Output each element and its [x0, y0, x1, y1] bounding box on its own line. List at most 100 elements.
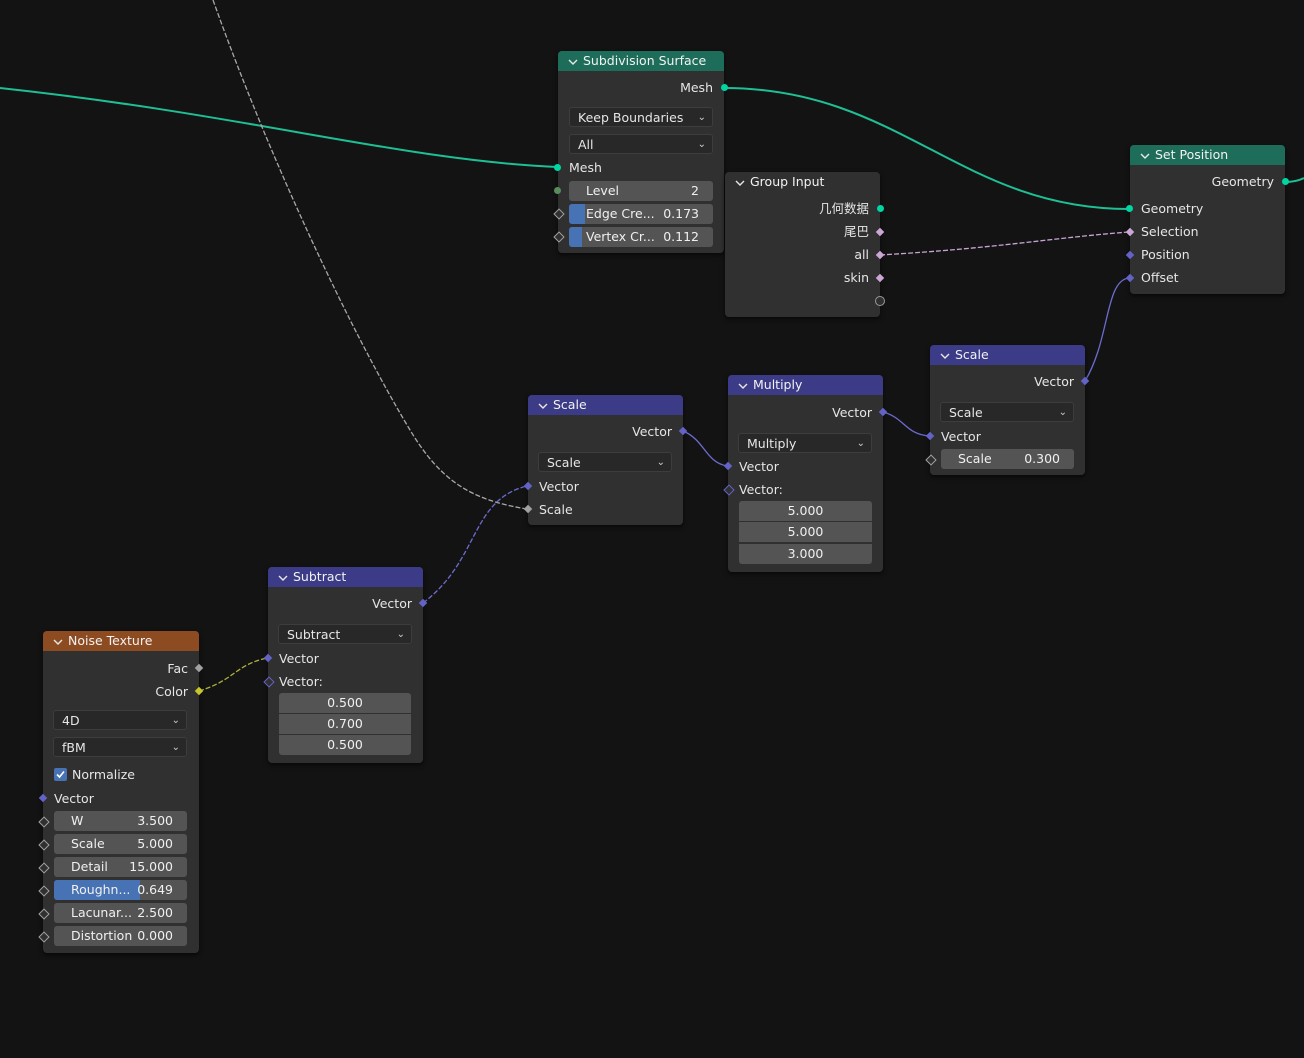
socket-vertex-crease-in[interactable] — [553, 231, 565, 243]
vector-x-field[interactable]: 5.000 — [739, 501, 872, 521]
output-tail: 尾巴 — [725, 220, 880, 243]
node-title: Subtract — [293, 569, 347, 584]
scale-field[interactable]: Scale 5.000 — [54, 834, 187, 854]
operation-dropdown[interactable]: Multiply ⌄ — [738, 433, 872, 453]
node-header[interactable]: Scale — [528, 395, 683, 415]
operation-dropdown[interactable]: Scale ⌄ — [940, 402, 1074, 422]
set-position-node[interactable]: Set Position Geometry Geometry Selection… — [1125, 145, 1289, 294]
vector-scale-node-right[interactable]: Scale Vector Scale ⌄ Vector Scale 0.300 — [925, 345, 1090, 475]
vector-x-field[interactable]: 0.500 — [279, 693, 411, 713]
vector-scale-node-mid[interactable]: Scale Vector Scale ⌄ Vector Scale — [523, 395, 688, 525]
dropdown-value: Keep Boundaries — [578, 110, 684, 125]
vector-z-field[interactable]: 3.000 — [739, 544, 872, 564]
field-value: 3.500 — [137, 813, 173, 828]
scale-field[interactable]: Scale 0.300 — [941, 449, 1074, 469]
field-value: 5.000 — [137, 836, 173, 851]
group-input-node[interactable]: Group Input 几何数据 尾巴 all skin — [725, 172, 885, 317]
chevron-down-icon: ⌄ — [1058, 407, 1067, 418]
socket-scale-in[interactable] — [38, 839, 50, 851]
subdivision-surface-node[interactable]: Subdivision Surface Mesh Keep Boundaries… — [553, 51, 728, 253]
input-selection: Selection — [1130, 220, 1285, 243]
level-field[interactable]: Level 2 — [569, 181, 713, 201]
vector-multiply-node[interactable]: Multiply Vector Multiply ⌄ Vector Vector:… — [723, 375, 888, 572]
node-header[interactable]: Set Position — [1130, 145, 1285, 165]
socket-scale-in[interactable] — [925, 454, 937, 466]
chevron-down-icon[interactable] — [940, 346, 952, 365]
field-label: Detail — [71, 859, 108, 874]
boundary-mode-dropdown[interactable]: Keep Boundaries ⌄ — [569, 107, 713, 127]
dropdown-value: Scale — [547, 455, 581, 470]
link-mesh-to-subdivision — [0, 87, 558, 168]
socket-label: 几何数据 — [818, 201, 869, 216]
noise-type-dropdown[interactable]: fBM ⌄ — [53, 737, 187, 757]
node-header[interactable]: Scale — [930, 345, 1085, 365]
socket-label: Vector — [279, 651, 319, 666]
field-value: 0.173 — [663, 206, 699, 221]
w-field[interactable]: W 3.500 — [54, 811, 187, 831]
vector-y-field[interactable]: 0.700 — [279, 714, 411, 734]
chevron-down-icon[interactable] — [278, 568, 290, 587]
socket-mesh-out[interactable] — [721, 84, 728, 91]
input-vector-2: Vector: — [728, 478, 883, 501]
noise-texture-node[interactable]: Noise Texture Fac Color 4D ⌄ fBM ⌄ Normali… — [38, 631, 204, 953]
normalize-checkbox[interactable] — [54, 768, 67, 781]
detail-field[interactable]: Detail 15.000 — [54, 857, 187, 877]
input-mesh: Mesh — [558, 156, 724, 179]
field-value: 0.112 — [663, 229, 699, 244]
socket-label: Fac — [167, 661, 188, 676]
socket-geometry-out[interactable] — [877, 205, 884, 212]
socket-geometry-out[interactable] — [1282, 178, 1289, 185]
edge-crease-field[interactable]: Edge Cre... 0.173 — [569, 204, 713, 224]
socket-roughness-in[interactable] — [38, 885, 50, 897]
operation-dropdown[interactable]: Scale ⌄ — [538, 452, 672, 472]
chevron-down-icon[interactable] — [738, 376, 750, 395]
chevron-down-icon[interactable] — [53, 632, 65, 651]
field-value: 0.500 — [327, 695, 363, 710]
roughness-field[interactable]: Roughn... 0.649 — [54, 880, 187, 900]
input-geometry: Geometry — [1130, 197, 1285, 220]
socket-empty-out[interactable] — [875, 296, 885, 306]
node-header[interactable]: Subtract — [268, 567, 423, 587]
link-float-to-scale — [212, 0, 528, 510]
socket-edge-crease-in[interactable] — [553, 208, 565, 220]
socket-distortion-in[interactable] — [38, 931, 50, 943]
node-title: Subdivision Surface — [583, 53, 707, 68]
socket-level-in[interactable] — [554, 187, 561, 194]
vector-y-field[interactable]: 5.000 — [739, 522, 872, 542]
operation-dropdown[interactable]: Subtract ⌄ — [278, 624, 412, 644]
socket-lacunarity-in[interactable] — [38, 908, 50, 920]
input-vector: Vector — [43, 787, 199, 810]
node-title: Group Input — [750, 174, 825, 189]
socket-label: Vector — [832, 405, 872, 420]
distortion-field[interactable]: Distortion 0.000 — [54, 926, 187, 946]
dropdown-value: Multiply — [747, 436, 797, 451]
vector-z-field[interactable]: 0.500 — [279, 735, 411, 755]
link-scale-to-multiply — [682, 430, 728, 467]
node-header[interactable]: Noise Texture — [43, 631, 199, 651]
dimensions-dropdown[interactable]: 4D ⌄ — [53, 710, 187, 730]
field-value: 0.000 — [137, 928, 173, 943]
field-label: Edge Cre... — [586, 206, 655, 221]
socket-label: Mesh — [680, 80, 713, 95]
socket-detail-in[interactable] — [38, 862, 50, 874]
node-header[interactable]: Multiply — [728, 375, 883, 395]
chevron-down-icon[interactable] — [538, 396, 550, 415]
link-multiply-to-scale — [882, 411, 930, 437]
node-title: Set Position — [1155, 147, 1229, 162]
chevron-down-icon[interactable] — [1140, 146, 1152, 165]
uv-smooth-dropdown[interactable]: All ⌄ — [569, 134, 713, 154]
vector-subtract-node[interactable]: Subtract Vector Subtract ⌄ Vector Vector:… — [263, 567, 428, 763]
node-header[interactable]: Subdivision Surface — [558, 51, 724, 71]
output-vector: Vector — [268, 592, 423, 615]
socket-label: Position — [1141, 247, 1190, 262]
socket-mesh-in[interactable] — [554, 164, 561, 171]
field-label: Scale — [71, 836, 105, 851]
chevron-down-icon[interactable] — [735, 173, 747, 192]
lacunarity-field[interactable]: Lacunar... 2.500 — [54, 903, 187, 923]
socket-w-in[interactable] — [38, 816, 50, 828]
vertex-crease-field[interactable]: Vertex Cr... 0.112 — [569, 227, 713, 247]
node-header[interactable]: Group Input — [725, 172, 880, 192]
socket-label: all — [854, 247, 869, 262]
socket-geometry-in[interactable] — [1126, 205, 1133, 212]
chevron-down-icon[interactable] — [568, 52, 580, 71]
